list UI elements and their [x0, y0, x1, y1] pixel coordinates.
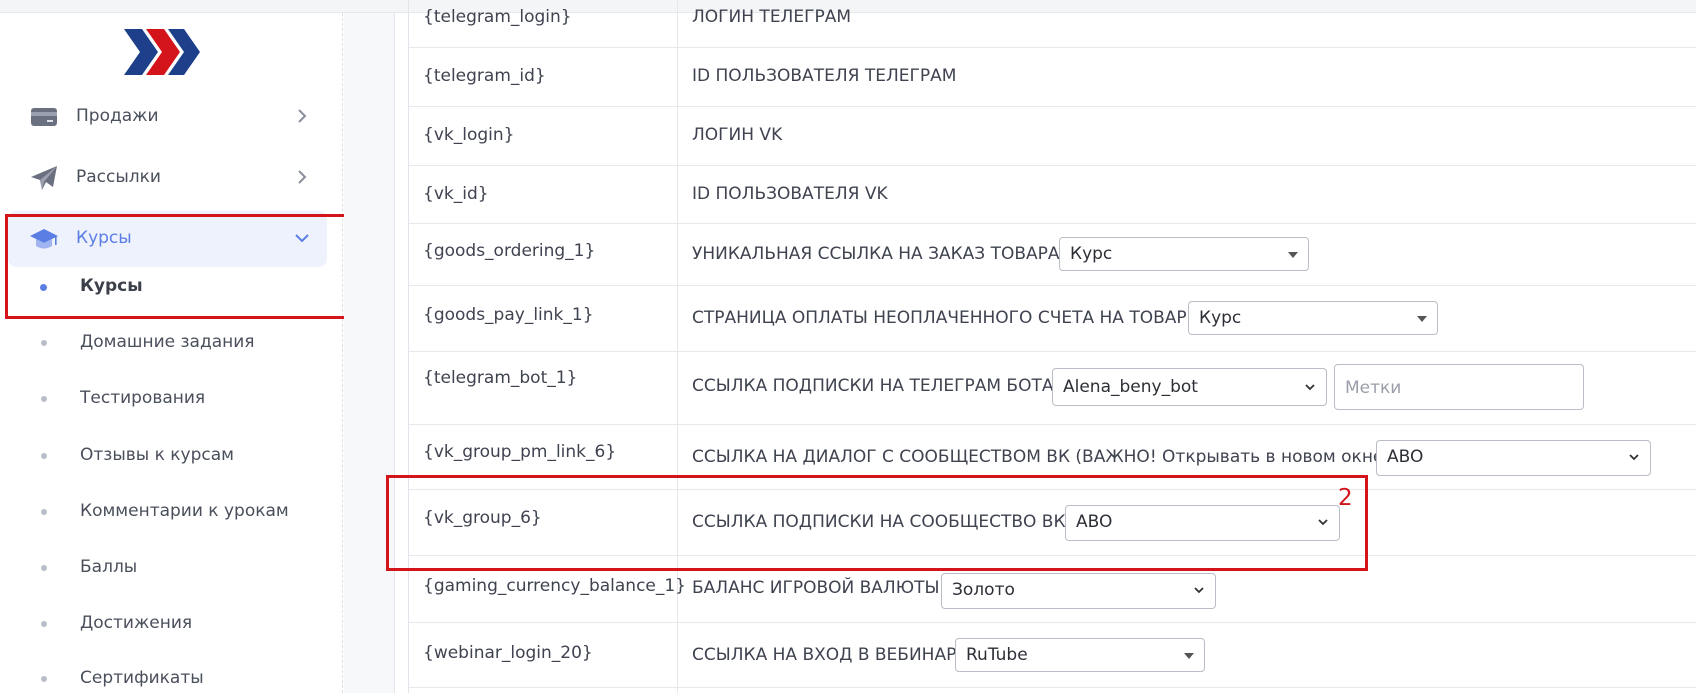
- caret-down-icon: [1184, 653, 1194, 659]
- variable-code: {gaming_currency_balance_1}: [423, 576, 687, 596]
- chevron-right-icon: [298, 109, 307, 123]
- variable-description: СТРАНИЦА ОПЛАТЫ НЕОПЛАЧЕННОГО СЧЕТА НА Т…: [692, 308, 1187, 328]
- variables-table: {telegram_login} ЛОГИН ТЕЛЕГРАМ {telegra…: [408, 0, 1696, 693]
- table-row: {telegram_bot_1} ССЫЛКА ПОДПИСКИ НА ТЕЛЕ…: [409, 352, 1696, 425]
- caret-down-icon: [1288, 252, 1298, 258]
- sidebar-subitem-reviews[interactable]: Отзывы к курсам: [0, 436, 340, 476]
- vk-group-select[interactable]: ABO: [1376, 440, 1651, 476]
- table-row: {webinar_login_20} ССЫЛКА НА ВХОД В ВЕБИ…: [409, 623, 1696, 688]
- variable-description: ССЫЛКА ПОДПИСКИ НА ТЕЛЕГРАМ БОТА: [692, 376, 1054, 396]
- variable-code: {goods_pay_link_1}: [423, 305, 594, 325]
- select-value: RuTube: [966, 645, 1028, 665]
- variable-description: ССЫЛКА НА ДИАЛОГ С СООБЩЕСТВОМ ВК (ВАЖНО…: [692, 447, 1391, 467]
- variable-code: {webinar_login_20}: [423, 643, 593, 663]
- variable-code: {telegram_bot_1}: [423, 368, 578, 388]
- product-select[interactable]: Курс: [1188, 301, 1438, 335]
- select-value: Золото: [952, 580, 1015, 600]
- bullet-icon: [41, 340, 47, 346]
- sidebar-subitem-label: Комментарии к урокам: [80, 501, 289, 521]
- table-row: {goods_ordering_1} УНИКАЛЬНАЯ ССЫЛКА НА …: [409, 224, 1696, 286]
- tags-input[interactable]: Метки: [1334, 364, 1584, 410]
- variable-description: ID ПОЛЬЗОВАТЕЛЯ ТЕЛЕГРАМ: [692, 66, 957, 86]
- sidebar-subitem-tests[interactable]: Тестирования: [0, 379, 340, 419]
- bullet-icon: [41, 396, 47, 402]
- logo: [124, 29, 200, 75]
- chevron-down-icon: [1629, 454, 1639, 461]
- sidebar-subitem-label: Тестирования: [80, 388, 206, 408]
- bullet-icon: [41, 621, 47, 627]
- variable-code: {telegram_id}: [423, 66, 546, 86]
- variable-description: ЛОГИН ТЕЛЕГРАМ: [692, 7, 852, 27]
- sidebar-subitem-certificates[interactable]: Сертификаты: [0, 659, 340, 699]
- sidebar-item-label: Рассылки: [76, 167, 161, 187]
- table-row: {goods_pay_link_1} СТРАНИЦА ОПЛАТЫ НЕОПЛ…: [409, 286, 1696, 352]
- sidebar-subitem-lesson-comments[interactable]: Комментарии к урокам: [0, 492, 340, 532]
- sidebar-item-sales[interactable]: Продажи: [8, 89, 327, 145]
- card-icon: [31, 108, 57, 126]
- sidebar-subitem-achievements[interactable]: Достижения: [0, 604, 340, 644]
- variable-code: {vk_login}: [423, 125, 515, 145]
- bullet-icon: [41, 453, 47, 459]
- select-value: Курс: [1070, 244, 1113, 264]
- variable-description: БАЛАНС ИГРОВОЙ ВАЛЮТЫ: [692, 578, 940, 598]
- sidebar-subitem-points[interactable]: Баллы: [0, 548, 340, 588]
- variable-description: ССЫЛКА НА ВХОД В ВЕБИНАР: [692, 645, 957, 665]
- caret-down-icon: [1417, 316, 1427, 322]
- content-gutter: [344, 13, 395, 693]
- table-row: {telegram_login} ЛОГИН ТЕЛЕГРАМ: [409, 0, 1696, 48]
- table-row: {telegram_id} ID ПОЛЬЗОВАТЕЛЯ ТЕЛЕГРАМ: [409, 48, 1696, 107]
- product-select[interactable]: Курс: [1059, 237, 1309, 271]
- variable-code: {goods_ordering_1}: [423, 241, 596, 261]
- paper-plane-icon: [31, 166, 57, 190]
- sidebar-subitem-label: Домашние задания: [80, 332, 255, 352]
- variable-code: {vk_id}: [423, 184, 489, 204]
- select-value: ABO: [1387, 447, 1424, 467]
- input-placeholder: Метки: [1345, 378, 1402, 398]
- chevron-down-icon: [1194, 587, 1204, 594]
- table-row: {vk_login} ЛОГИН VK: [409, 107, 1696, 166]
- chevron-down-icon: [1305, 384, 1315, 391]
- chevron-right-icon: [298, 170, 307, 184]
- annotation-number: 2: [1338, 485, 1353, 511]
- sidebar-item-label: Продажи: [76, 106, 159, 126]
- sidebar-subitem-label: Отзывы к курсам: [80, 445, 234, 465]
- highlight-box: [386, 475, 1368, 571]
- select-value: Alena_beny_bot: [1063, 377, 1198, 397]
- variable-code: {telegram_login}: [423, 7, 572, 27]
- sidebar-subitem-label: Достижения: [80, 613, 193, 633]
- sidebar-item-mailings[interactable]: Рассылки: [8, 150, 327, 206]
- telegram-bot-select[interactable]: Alena_beny_bot: [1052, 368, 1327, 406]
- bullet-icon: [41, 565, 47, 571]
- sidebar-subitem-homework[interactable]: Домашние задания: [0, 323, 340, 363]
- select-value: Курс: [1199, 308, 1242, 328]
- bullet-icon: [41, 509, 47, 515]
- sidebar: Продажи Рассылки Курсы Курсы Домашние за…: [0, 13, 343, 693]
- bullet-icon: [41, 676, 47, 682]
- variable-description: ID ПОЛЬЗОВАТЕЛЯ VK: [692, 184, 888, 204]
- variable-code: {vk_group_pm_link_6}: [423, 442, 617, 462]
- highlight-box: [5, 214, 358, 319]
- table-row: {vk_id} ID ПОЛЬЗОВАТЕЛЯ VK: [409, 166, 1696, 224]
- currency-select[interactable]: Золото: [941, 573, 1216, 609]
- sidebar-subitem-label: Баллы: [80, 557, 138, 577]
- webinar-select[interactable]: RuTube: [955, 638, 1205, 672]
- variable-description: УНИКАЛЬНАЯ ССЫЛКА НА ЗАКАЗ ТОВАРА: [692, 244, 1060, 264]
- variable-description: ЛОГИН VK: [692, 125, 783, 145]
- sidebar-subitem-label: Сертификаты: [80, 668, 204, 688]
